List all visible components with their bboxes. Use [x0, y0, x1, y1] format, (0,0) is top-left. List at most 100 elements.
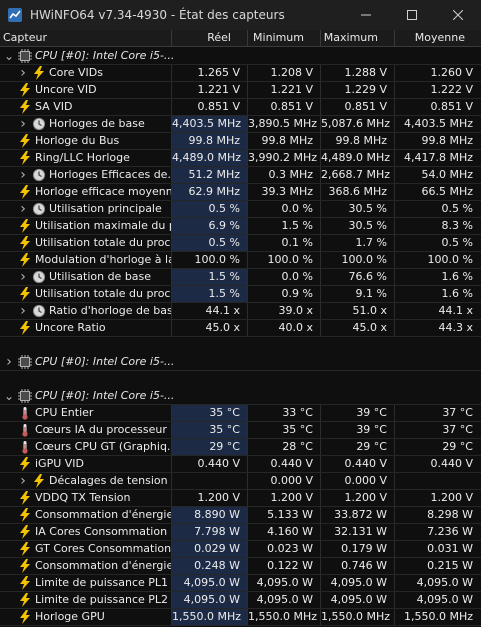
column-divider: [394, 507, 395, 524]
sensor-row[interactable]: › Décalages de tension 0.000 V 0.000 V: [0, 473, 481, 490]
collapse-chevron-icon[interactable]: ⌄: [4, 48, 14, 64]
value-avg: 1,550.0 MHz: [403, 610, 473, 623]
sensor-row[interactable]: Cœurs CPU GT (Graphiq... 29 °C 28 °C 29 °C 2…: [0, 439, 481, 456]
group-label: CPU [#0]: Intel Core i5-...: [35, 355, 175, 368]
sensor-row[interactable]: Horloge efficace moyenne 62.9 MHz 39.3 MHz…: [0, 184, 481, 201]
expand-chevron-icon[interactable]: ›: [18, 269, 28, 285]
value-max: 30.5 %: [348, 219, 387, 232]
sensor-row[interactable]: Ring/LLC Horloge 4,489.0 MHz 3,990.2 MHz 4,…: [0, 150, 481, 167]
column-divider: [394, 439, 395, 456]
sensor-row[interactable]: VDDQ TX Tension 1.200 V 1.200 V 1.200 V 1.20…: [0, 490, 481, 507]
column-divider: [320, 235, 321, 252]
sensor-label: IA Cores Consommation ...: [35, 525, 171, 538]
value-max: 39 °C: [356, 406, 387, 419]
sensor-label: Horloge efficace moyenne: [35, 185, 171, 198]
value-min: 3,890.5 MHz: [248, 117, 318, 130]
sensor-grid[interactable]: ⌄ CPU [#0]: Intel Core i5-... › Core VIDs 1.…: [0, 48, 481, 627]
sensor-label: GT Cores Consommation...: [35, 542, 171, 555]
column-divider: [320, 558, 321, 575]
sensor-row[interactable]: Consommation d'énergie... 8.890 W 5.133 W 3…: [0, 507, 481, 524]
column-divider: [247, 201, 248, 218]
column-header-avg[interactable]: Moyenne: [395, 30, 481, 47]
expand-chevron-icon[interactable]: ›: [18, 65, 28, 81]
column-divider: [247, 184, 248, 201]
sensor-label: Horloge GPU: [35, 610, 105, 623]
sensor-row[interactable]: SA VID 0.851 V 0.851 V 0.851 V 0.851 V: [0, 99, 481, 116]
column-header-min[interactable]: Minimum: [248, 30, 321, 47]
sensor-row[interactable]: › Utilisation principale 0.5 % 0.0 % 30.5 % 0…: [0, 201, 481, 218]
sensor-row[interactable]: Horloge GPU 1,550.0 MHz 1,550.0 MHz 1,550.0…: [0, 609, 481, 626]
expand-chevron-icon[interactable]: ›: [18, 116, 28, 132]
maximize-button[interactable]: [389, 0, 435, 30]
lightning-bolt-icon: [20, 151, 30, 165]
sensor-label: VDDQ TX Tension: [35, 491, 131, 504]
collapse-chevron-icon[interactable]: ⌄: [4, 388, 14, 404]
value-real: 0.5 %: [172, 201, 247, 217]
lightning-bolt-icon: [20, 100, 30, 114]
sensor-row[interactable]: Uncore Ratio 45.0 x 40.0 x 45.0 x 44.3 x: [0, 320, 481, 337]
expand-chevron-icon[interactable]: ›: [4, 354, 14, 370]
column-header-sensor[interactable]: Capteur: [0, 30, 172, 47]
sensor-row[interactable]: GT Cores Consommation... 0.029 W 0.023 W 0.…: [0, 541, 481, 558]
value-avg: 99.8 MHz: [421, 134, 473, 147]
sensor-row[interactable]: › Horloges Efficaces de... 51.2 MHz 0.3 MHz…: [0, 167, 481, 184]
sensor-row[interactable]: Cœurs IA du processeur 35 °C 35 °C 39 °C 37 …: [0, 422, 481, 439]
sensor-row[interactable]: Consommation d'énergie... 0.248 W 0.122 W 0…: [0, 558, 481, 575]
value-min: 0.440 V: [270, 457, 313, 470]
sensor-label: Utilisation totale du proc...: [35, 236, 171, 249]
column-divider: [394, 286, 395, 303]
column-header-real[interactable]: Réel: [172, 30, 248, 47]
column-divider: [394, 99, 395, 116]
column-divider: [247, 473, 248, 490]
sensor-label: Horloges de base: [49, 117, 145, 130]
sensor-group-row[interactable]: ⌄ CPU [#0]: Intel Core i5-...: [0, 388, 481, 405]
value-min: 0.0 %: [281, 270, 313, 283]
column-header-max[interactable]: Maximum: [321, 30, 395, 47]
expand-chevron-icon[interactable]: ›: [18, 473, 28, 489]
lightning-bolt-icon: [20, 457, 30, 471]
sensor-row[interactable]: › Core VIDs 1.265 V 1.208 V 1.288 V 1.260 V: [0, 65, 481, 82]
sensor-group-row[interactable]: ⌄ CPU [#0]: Intel Core i5-...: [0, 48, 481, 65]
expand-chevron-icon[interactable]: ›: [18, 201, 28, 217]
column-divider: [320, 82, 321, 99]
group-label: CPU [#0]: Intel Core i5-...: [35, 49, 175, 62]
thermometer-icon: [22, 441, 28, 454]
value-min: 1.208 V: [270, 66, 313, 79]
sensor-row[interactable]: Uncore VID 1.221 V 1.221 V 1.229 V 1.222 V: [0, 82, 481, 99]
sensor-row[interactable]: iGPU VID 0.440 V 0.440 V 0.440 V 0.440 V: [0, 456, 481, 473]
value-min: 39.3 MHz: [261, 185, 313, 198]
value-real: 35 °C: [172, 405, 247, 421]
sensor-row[interactable]: Utilisation maximale du p...6.9 % 1.5 % 30…: [0, 218, 481, 235]
sensor-row[interactable]: › Ratio d'horloge de base 44.1 x 39.0 x 51.0…: [0, 303, 481, 320]
sensor-row[interactable]: Limite de puissance PL2 4,095.0 W 4,095.0 …: [0, 592, 481, 609]
close-button[interactable]: [435, 0, 481, 30]
value-max: 76.6 %: [348, 270, 387, 283]
sensor-row[interactable]: Utilisation totale du proc... 0.5 % 0.1 % 1…: [0, 235, 481, 252]
column-divider: [247, 286, 248, 303]
sensor-group-row[interactable]: › CPU [#0]: Intel Core i5-...: [0, 354, 481, 371]
column-divider: [247, 456, 248, 473]
sensor-row[interactable]: Limite de puissance PL1 4,095.0 W 4,095.0 …: [0, 575, 481, 592]
sensor-row[interactable]: Modulation d'horloge à la... 100.0 % 100.0…: [0, 252, 481, 269]
sensor-row[interactable]: › Horloges de base 4,403.5 MHz 3,890.5 MHz 5…: [0, 116, 481, 133]
column-divider: [247, 252, 248, 269]
sensor-row[interactable]: › Utilisation de base 1.5 % 0.0 % 76.6 % 1.6 …: [0, 269, 481, 286]
column-divider: [320, 150, 321, 167]
column-divider: [394, 558, 395, 575]
sensor-label: Horloge du Bus: [35, 134, 120, 147]
sensor-row[interactable]: IA Cores Consommation ... 7.798 W 4.160 W 3…: [0, 524, 481, 541]
column-divider: [171, 82, 172, 99]
minimize-button[interactable]: [343, 0, 389, 30]
minimize-icon: [361, 14, 371, 16]
expand-chevron-icon[interactable]: ›: [18, 167, 28, 183]
expand-chevron-icon[interactable]: ›: [18, 303, 28, 319]
column-divider: [171, 456, 172, 473]
sensor-row[interactable]: CPU Entier 35 °C 33 °C 39 °C 37 °C: [0, 405, 481, 422]
sensor-row[interactable]: Horloge du Bus 99.8 MHz 99.8 MHz 99.8 MHz 99…: [0, 133, 481, 150]
column-divider: [320, 99, 321, 116]
lightning-bolt-icon: [34, 66, 44, 80]
sensor-row[interactable]: Utilisation totale du proc... 1.5 % 0.9 % 9…: [0, 286, 481, 303]
column-divider: [320, 592, 321, 609]
value-max: 2,668.7 MHz: [321, 168, 391, 181]
column-divider: [394, 524, 395, 541]
